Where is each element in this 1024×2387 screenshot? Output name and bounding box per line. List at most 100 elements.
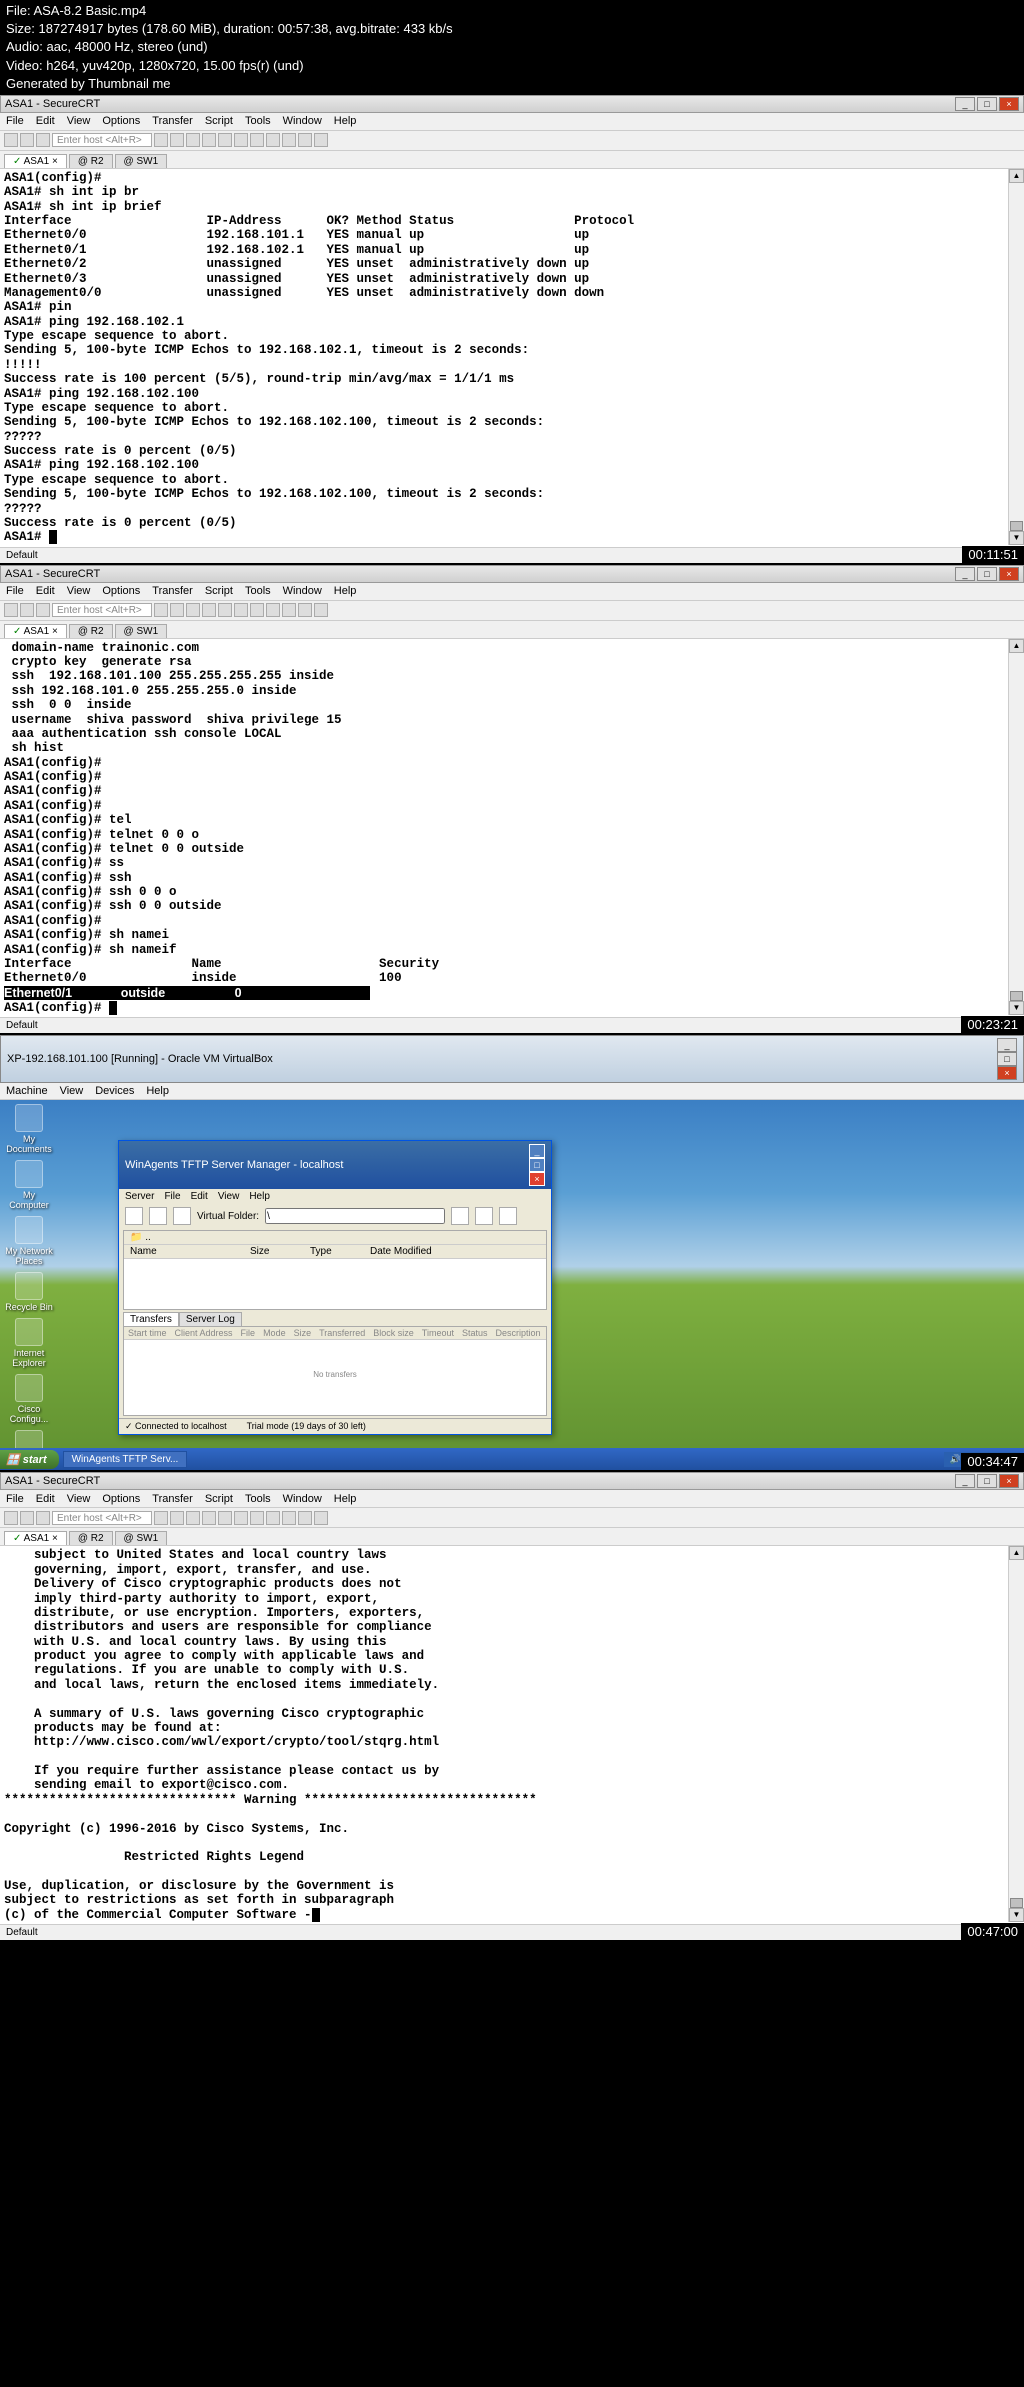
toolbar-icon[interactable] bbox=[170, 603, 184, 617]
scroll-thumb[interactable] bbox=[1010, 521, 1023, 531]
toolbar-icon[interactable] bbox=[170, 1511, 184, 1525]
toolbar-icon[interactable] bbox=[250, 133, 264, 147]
toolbar-icon[interactable] bbox=[202, 603, 216, 617]
toolbar[interactable]: Enter host <Alt+R> bbox=[0, 1508, 1024, 1528]
toolbar-icon[interactable] bbox=[170, 133, 184, 147]
toolbar-icon[interactable] bbox=[125, 1207, 143, 1225]
toolbar-icon[interactable] bbox=[250, 603, 264, 617]
tab-bar[interactable]: ✓ ASA1 × @ R2 @ SW1 bbox=[0, 1528, 1024, 1546]
toolbar-icon[interactable] bbox=[218, 603, 232, 617]
col-modified[interactable]: Date Modified bbox=[364, 1246, 464, 1257]
menu-view[interactable]: View bbox=[67, 1493, 91, 1505]
toolbar-icon[interactable] bbox=[186, 603, 200, 617]
menu-view[interactable]: View bbox=[60, 1085, 84, 1097]
toolbar[interactable]: Enter host <Alt+R> bbox=[0, 131, 1024, 151]
terminal-output[interactable]: domain-name trainonic.com crypto key gen… bbox=[0, 639, 1024, 1018]
log-column[interactable]: Client Address bbox=[175, 1328, 233, 1338]
tab-transfers[interactable]: Transfers bbox=[123, 1312, 179, 1326]
menu-options[interactable]: Options bbox=[102, 1493, 140, 1505]
menu-window[interactable]: Window bbox=[283, 115, 322, 127]
menu-help[interactable]: Help bbox=[334, 115, 357, 127]
vf-input[interactable] bbox=[265, 1208, 445, 1224]
xp-taskbar[interactable]: 🪟 start WinAgents TFTP Serv... 🔊 🛡 1:53 … bbox=[0, 1448, 1024, 1470]
list-header[interactable]: Name Size Type Date Modified bbox=[124, 1245, 546, 1259]
tftp-window[interactable]: WinAgents TFTP Server Manager - localhos… bbox=[118, 1140, 552, 1435]
tftp-tabs[interactable]: Transfers Server Log bbox=[123, 1312, 547, 1326]
tftp-toolbar[interactable]: Virtual Folder: bbox=[119, 1204, 551, 1228]
window-titlebar[interactable]: ASA1 - SecureCRT _ □ × bbox=[0, 565, 1024, 583]
menubar[interactable]: File Edit View Options Transfer Script T… bbox=[0, 113, 1024, 131]
log-column[interactable]: Mode bbox=[263, 1328, 286, 1338]
close-button[interactable]: × bbox=[529, 1172, 545, 1186]
log-column[interactable]: Size bbox=[294, 1328, 312, 1338]
tab-sw1[interactable]: @ SW1 bbox=[115, 624, 168, 638]
menu-script[interactable]: Script bbox=[205, 585, 233, 597]
maximize-button[interactable]: □ bbox=[977, 97, 997, 111]
scrollbar[interactable]: ▲▼ bbox=[1008, 169, 1024, 545]
folder-icon[interactable]: 📁 .. bbox=[124, 1232, 204, 1243]
toolbar-icon[interactable] bbox=[250, 1511, 264, 1525]
maximize-button[interactable]: □ bbox=[997, 1052, 1017, 1066]
tray-icon[interactable]: 🔊 bbox=[950, 1454, 961, 1465]
toolbar-icon[interactable] bbox=[314, 1511, 328, 1525]
col-type[interactable]: Type bbox=[304, 1246, 364, 1257]
xp-desktop[interactable]: My DocumentsMy ComputerMy Network Places… bbox=[0, 1100, 1024, 1470]
desktop-icon[interactable]: Cisco Configu... bbox=[4, 1374, 54, 1424]
maximize-button[interactable]: □ bbox=[529, 1158, 545, 1172]
toolbar-icon[interactable] bbox=[218, 133, 232, 147]
menu-edit[interactable]: Edit bbox=[191, 1191, 208, 1202]
close-button[interactable]: × bbox=[999, 1474, 1019, 1488]
scroll-down-icon[interactable]: ▼ bbox=[1009, 1908, 1024, 1922]
minimize-button[interactable]: _ bbox=[955, 97, 975, 111]
scroll-down-icon[interactable]: ▼ bbox=[1009, 531, 1024, 545]
vbox-menubar[interactable]: Machine View Devices Help bbox=[0, 1083, 1024, 1100]
scrollbar[interactable]: ▲▼ bbox=[1008, 1546, 1024, 1922]
menu-view[interactable]: View bbox=[67, 115, 91, 127]
log-column[interactable]: Description bbox=[496, 1328, 541, 1338]
menu-file[interactable]: File bbox=[164, 1191, 180, 1202]
log-header[interactable]: Start timeClient AddressFileModeSizeTran… bbox=[124, 1327, 546, 1340]
toolbar-icon[interactable] bbox=[282, 603, 296, 617]
menu-window[interactable]: Window bbox=[283, 1493, 322, 1505]
toolbar-icon[interactable] bbox=[20, 603, 34, 617]
toolbar-icon[interactable] bbox=[314, 133, 328, 147]
tab-r2[interactable]: @ R2 bbox=[69, 154, 113, 168]
toolbar-icon[interactable] bbox=[298, 1511, 312, 1525]
menu-help[interactable]: Help bbox=[334, 585, 357, 597]
scroll-up-icon[interactable]: ▲ bbox=[1009, 1546, 1024, 1560]
toolbar-icon[interactable] bbox=[4, 133, 18, 147]
minimize-button[interactable]: _ bbox=[955, 1474, 975, 1488]
menu-help[interactable]: Help bbox=[334, 1493, 357, 1505]
toolbar-icon[interactable] bbox=[266, 1511, 280, 1525]
col-size[interactable]: Size bbox=[244, 1246, 304, 1257]
toolbar-icon[interactable] bbox=[173, 1207, 191, 1225]
toolbar-icon[interactable] bbox=[4, 603, 18, 617]
desktop-icon[interactable]: My Network Places bbox=[4, 1216, 54, 1266]
close-button[interactable]: × bbox=[997, 1066, 1017, 1080]
tftp-menubar[interactable]: Server File Edit View Help bbox=[119, 1189, 551, 1204]
log-column[interactable]: File bbox=[241, 1328, 256, 1338]
toolbar-icon[interactable] bbox=[154, 1511, 168, 1525]
close-button[interactable]: × bbox=[999, 567, 1019, 581]
menu-view[interactable]: View bbox=[218, 1191, 240, 1202]
toolbar-icon[interactable] bbox=[202, 133, 216, 147]
window-titlebar[interactable]: ASA1 - SecureCRT _ □ × bbox=[0, 95, 1024, 113]
minimize-button[interactable]: _ bbox=[955, 567, 975, 581]
toolbar-icon[interactable] bbox=[36, 133, 50, 147]
tab-serverlog[interactable]: Server Log bbox=[179, 1312, 242, 1326]
menu-edit[interactable]: Edit bbox=[36, 115, 55, 127]
tab-sw1[interactable]: @ SW1 bbox=[115, 154, 168, 168]
tftp-titlebar[interactable]: WinAgents TFTP Server Manager - localhos… bbox=[119, 1141, 551, 1189]
log-column[interactable]: Transferred bbox=[319, 1328, 365, 1338]
menu-devices[interactable]: Devices bbox=[95, 1085, 134, 1097]
menu-help[interactable]: Help bbox=[249, 1191, 270, 1202]
toolbar-icon[interactable] bbox=[4, 1511, 18, 1525]
host-input[interactable]: Enter host <Alt+R> bbox=[52, 603, 152, 617]
scrollbar[interactable]: ▲▼ bbox=[1008, 639, 1024, 1016]
toolbar[interactable]: Enter host <Alt+R> bbox=[0, 601, 1024, 621]
menu-transfer[interactable]: Transfer bbox=[152, 1493, 193, 1505]
toolbar-icon[interactable] bbox=[218, 1511, 232, 1525]
scroll-thumb[interactable] bbox=[1010, 991, 1023, 1001]
maximize-button[interactable]: □ bbox=[977, 1474, 997, 1488]
toolbar-icon[interactable] bbox=[298, 133, 312, 147]
